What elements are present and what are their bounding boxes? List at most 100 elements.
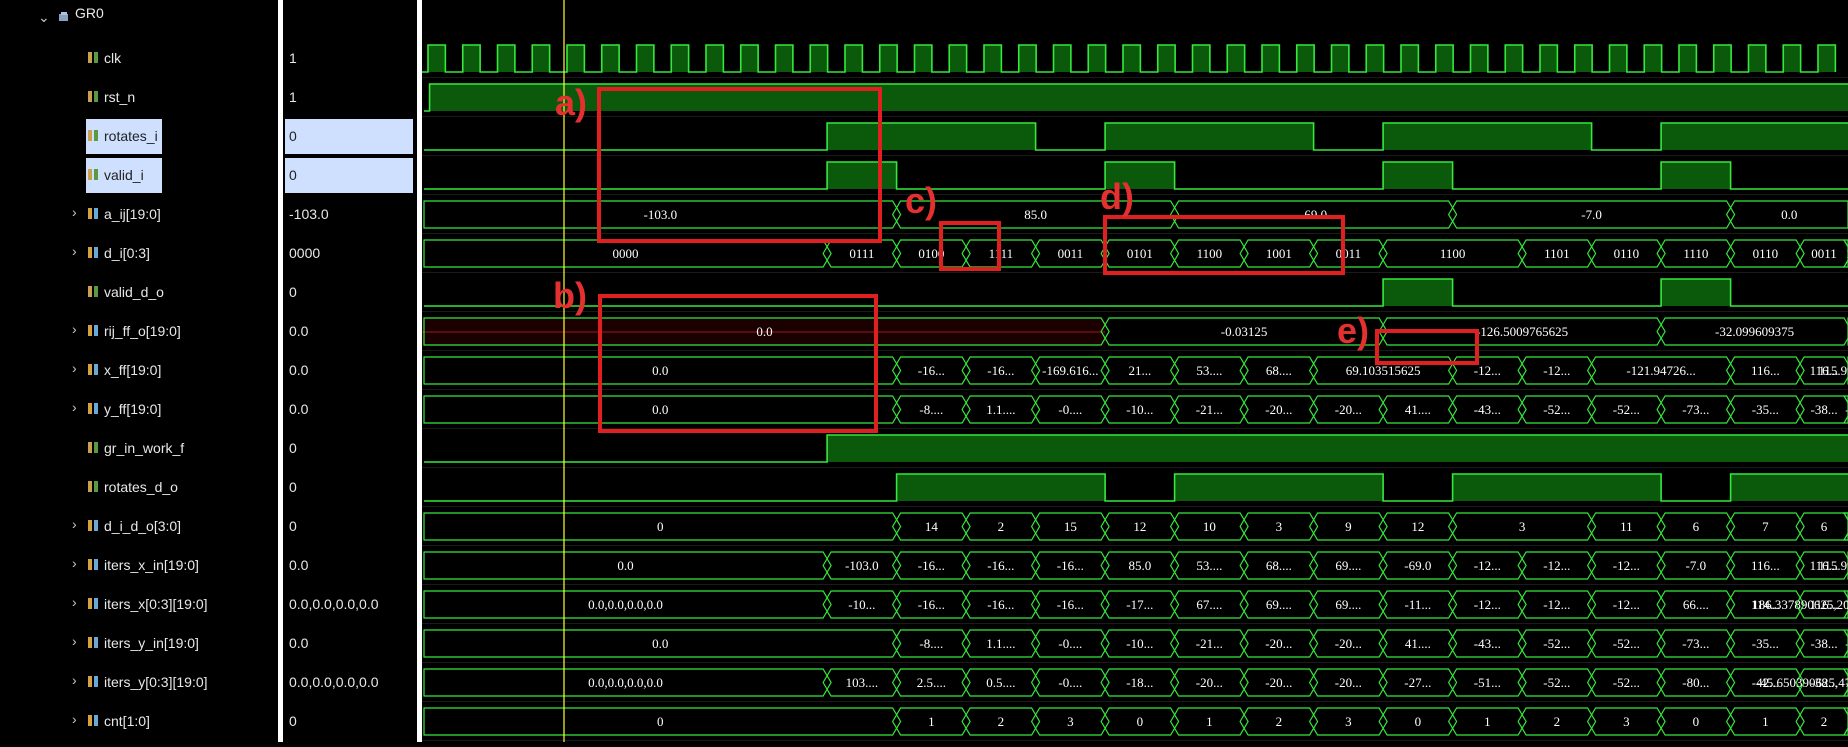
bus-value-label: 0.0 — [617, 558, 633, 573]
bus-value-label: 3 — [1345, 714, 1352, 729]
bus-value-label: -12... — [1474, 597, 1501, 612]
signal-value-row[interactable]: 0 — [283, 507, 417, 546]
annotation-label-e: e) — [1337, 310, 1370, 351]
bus-value-label: 1101 — [1544, 246, 1570, 261]
signal-value-row[interactable]: 0.0 — [283, 624, 417, 663]
bus-value-label: 2 — [1821, 714, 1828, 729]
bus-value-label: 116... — [1751, 363, 1780, 378]
bus-value-label: 7 — [1762, 519, 1769, 534]
bus-value-label: 1001 — [1266, 246, 1292, 261]
chevron-right-icon[interactable]: › — [72, 204, 77, 220]
bus-value-label: -0.... — [1058, 675, 1082, 690]
signal-row[interactable]: › d_i[0:3] — [0, 234, 278, 273]
signal-name: rij_ff_o[19:0] — [104, 323, 181, 339]
signal-value-row[interactable]: 0.0 — [283, 546, 417, 585]
bus-value-label: -121.94726... — [1626, 363, 1695, 378]
bus-signal-icon — [88, 324, 99, 337]
signal-row[interactable]: gr_in_work_f — [0, 429, 278, 468]
a_ij-bus-waveform: -103.0 85.0 -69.0 -7.0 0.0 — [423, 200, 1848, 229]
chevron-right-icon[interactable]: › — [72, 360, 77, 376]
bus-value-label: -11... — [1405, 597, 1432, 612]
signal-value-row[interactable]: 0000 — [283, 234, 417, 273]
bus-value-label: -69.0 — [1404, 558, 1431, 573]
bus-value-label: 0.0,0.0,0.0,0.0 — [588, 675, 663, 690]
chevron-down-icon[interactable]: ⌄ — [38, 9, 50, 26]
bus-value-label: 6 — [1821, 519, 1828, 534]
signal-row[interactable]: rotates_d_o — [0, 468, 278, 507]
signal-value-row[interactable]: 0 — [283, 273, 417, 312]
signal-row[interactable]: › rij_ff_o[19:0] — [0, 312, 278, 351]
annotation-label-a: a) — [555, 82, 588, 123]
signal-row[interactable]: valid_i — [0, 156, 278, 195]
signal-value-row[interactable]: 0 — [283, 429, 417, 468]
signal-row[interactable]: › iters_y[0:3][19:0] — [0, 663, 278, 702]
signal-name: iters_x_in[19:0] — [104, 557, 199, 573]
cnt-bus-waveform: 01230123012301230 — [423, 707, 1848, 736]
chevron-right-icon[interactable]: › — [72, 672, 77, 688]
bus-value-label: 0 — [1693, 714, 1700, 729]
signal-row[interactable]: › d_i_d_o[3:0] — [0, 507, 278, 546]
bus-value-label: 186.337890625,209.1630859375,221.0419921… — [1752, 597, 1848, 612]
waveform-canvas[interactable]: -103.0 85.0 -69.0 -7.0 0.00000 0111 0100 1111 00… — [422, 0, 1848, 742]
bus-value-label: 3 — [1623, 714, 1630, 729]
signal-row[interactable]: rotates_i — [0, 117, 278, 156]
signal-row[interactable]: › a_ij[19:0] — [0, 195, 278, 234]
bus-value-label: 2 — [998, 519, 1005, 534]
valid_d_o-waveform — [424, 278, 1848, 307]
bus-value-label: -7.0 — [1581, 207, 1602, 222]
chevron-right-icon[interactable]: › — [72, 633, 77, 649]
signal-row[interactable]: valid_d_o — [0, 273, 278, 312]
signal-value-row[interactable]: 0 — [283, 117, 417, 156]
bus-value-label: 0.0 — [652, 363, 668, 378]
signal-row[interactable]: › iters_x_in[19:0] — [0, 546, 278, 585]
waveform-area[interactable]: -103.0 85.0 -69.0 -7.0 0.0 0000 0111 0100 1111 00… — [422, 0, 1848, 742]
group-row[interactable]: ⌄ GR0 — [0, 0, 278, 39]
signal-value-row[interactable]: 0.0 — [283, 390, 417, 429]
bus-value-label: -10... — [848, 597, 875, 612]
bus-value-label: -7.0 — [1686, 558, 1707, 573]
chevron-right-icon[interactable]: › — [72, 555, 77, 571]
signal-row[interactable]: › iters_x[0:3][19:0] — [0, 585, 278, 624]
signal-value-row[interactable]: 0.0,0.0,0.0,0.0 — [283, 663, 417, 702]
signal-value-row[interactable]: 0.0 — [283, 351, 417, 390]
bus-value-label: -43... — [1474, 402, 1501, 417]
annotation-label-b: b) — [553, 275, 587, 316]
signal-value: 0 — [289, 479, 297, 495]
bus-value-label: -52... — [1543, 675, 1570, 690]
bus-value-label: 41.... — [1405, 636, 1431, 651]
chevron-right-icon[interactable]: › — [72, 594, 77, 610]
chevron-right-icon[interactable]: › — [72, 711, 77, 727]
signal-value-row[interactable]: 0.0,0.0,0.0,0.0 — [283, 585, 417, 624]
signal-value-row[interactable]: 1 — [283, 78, 417, 117]
bus-value-label: -20... — [1265, 675, 1292, 690]
bus-value-label: -52... — [1543, 636, 1570, 651]
bus-value-label: -21... — [1196, 402, 1223, 417]
signal-row[interactable]: rst_n — [0, 78, 278, 117]
chevron-right-icon[interactable]: › — [72, 243, 77, 259]
input-signal-icon — [88, 129, 99, 142]
chevron-right-icon[interactable]: › — [72, 399, 77, 415]
signal-value: 0 — [289, 284, 297, 300]
signal-value-row[interactable]: 0.0 — [283, 312, 417, 351]
signal-row[interactable]: › cnt[1:0] — [0, 702, 278, 741]
signal-value-row[interactable]: 1 — [283, 39, 417, 78]
signal-value-row[interactable]: 0 — [283, 468, 417, 507]
annotation-box-d — [1103, 215, 1345, 275]
signal-row[interactable]: › x_ff[19:0] — [0, 351, 278, 390]
chevron-right-icon[interactable]: › — [72, 516, 77, 532]
signal-value-row[interactable]: -103.0 — [283, 195, 417, 234]
bus-value-label: 69.103515625 — [1346, 363, 1421, 378]
signal-name-panel: ⌄ GR0 clk rst_n rotates_i valid_i › a_ij[19:0… — [0, 0, 278, 742]
bus-value-label: 67.... — [1196, 597, 1222, 612]
bus-value-label: -45.650390625,47.5185546875,-4.771484375… — [1756, 675, 1848, 690]
bus-signal-icon — [88, 558, 99, 571]
signal-name: gr_in_work_f — [104, 440, 185, 456]
chevron-right-icon[interactable]: › — [72, 321, 77, 337]
bus-value-label: 0101 — [1127, 246, 1153, 261]
signal-row[interactable]: clk — [0, 39, 278, 78]
signal-row[interactable]: › y_ff[19:0] — [0, 390, 278, 429]
signal-value-row[interactable]: 0 — [283, 702, 417, 741]
bus-value-label: 53.... — [1196, 558, 1222, 573]
signal-value-row[interactable]: 0 — [283, 156, 417, 195]
signal-row[interactable]: › iters_y_in[19:0] — [0, 624, 278, 663]
